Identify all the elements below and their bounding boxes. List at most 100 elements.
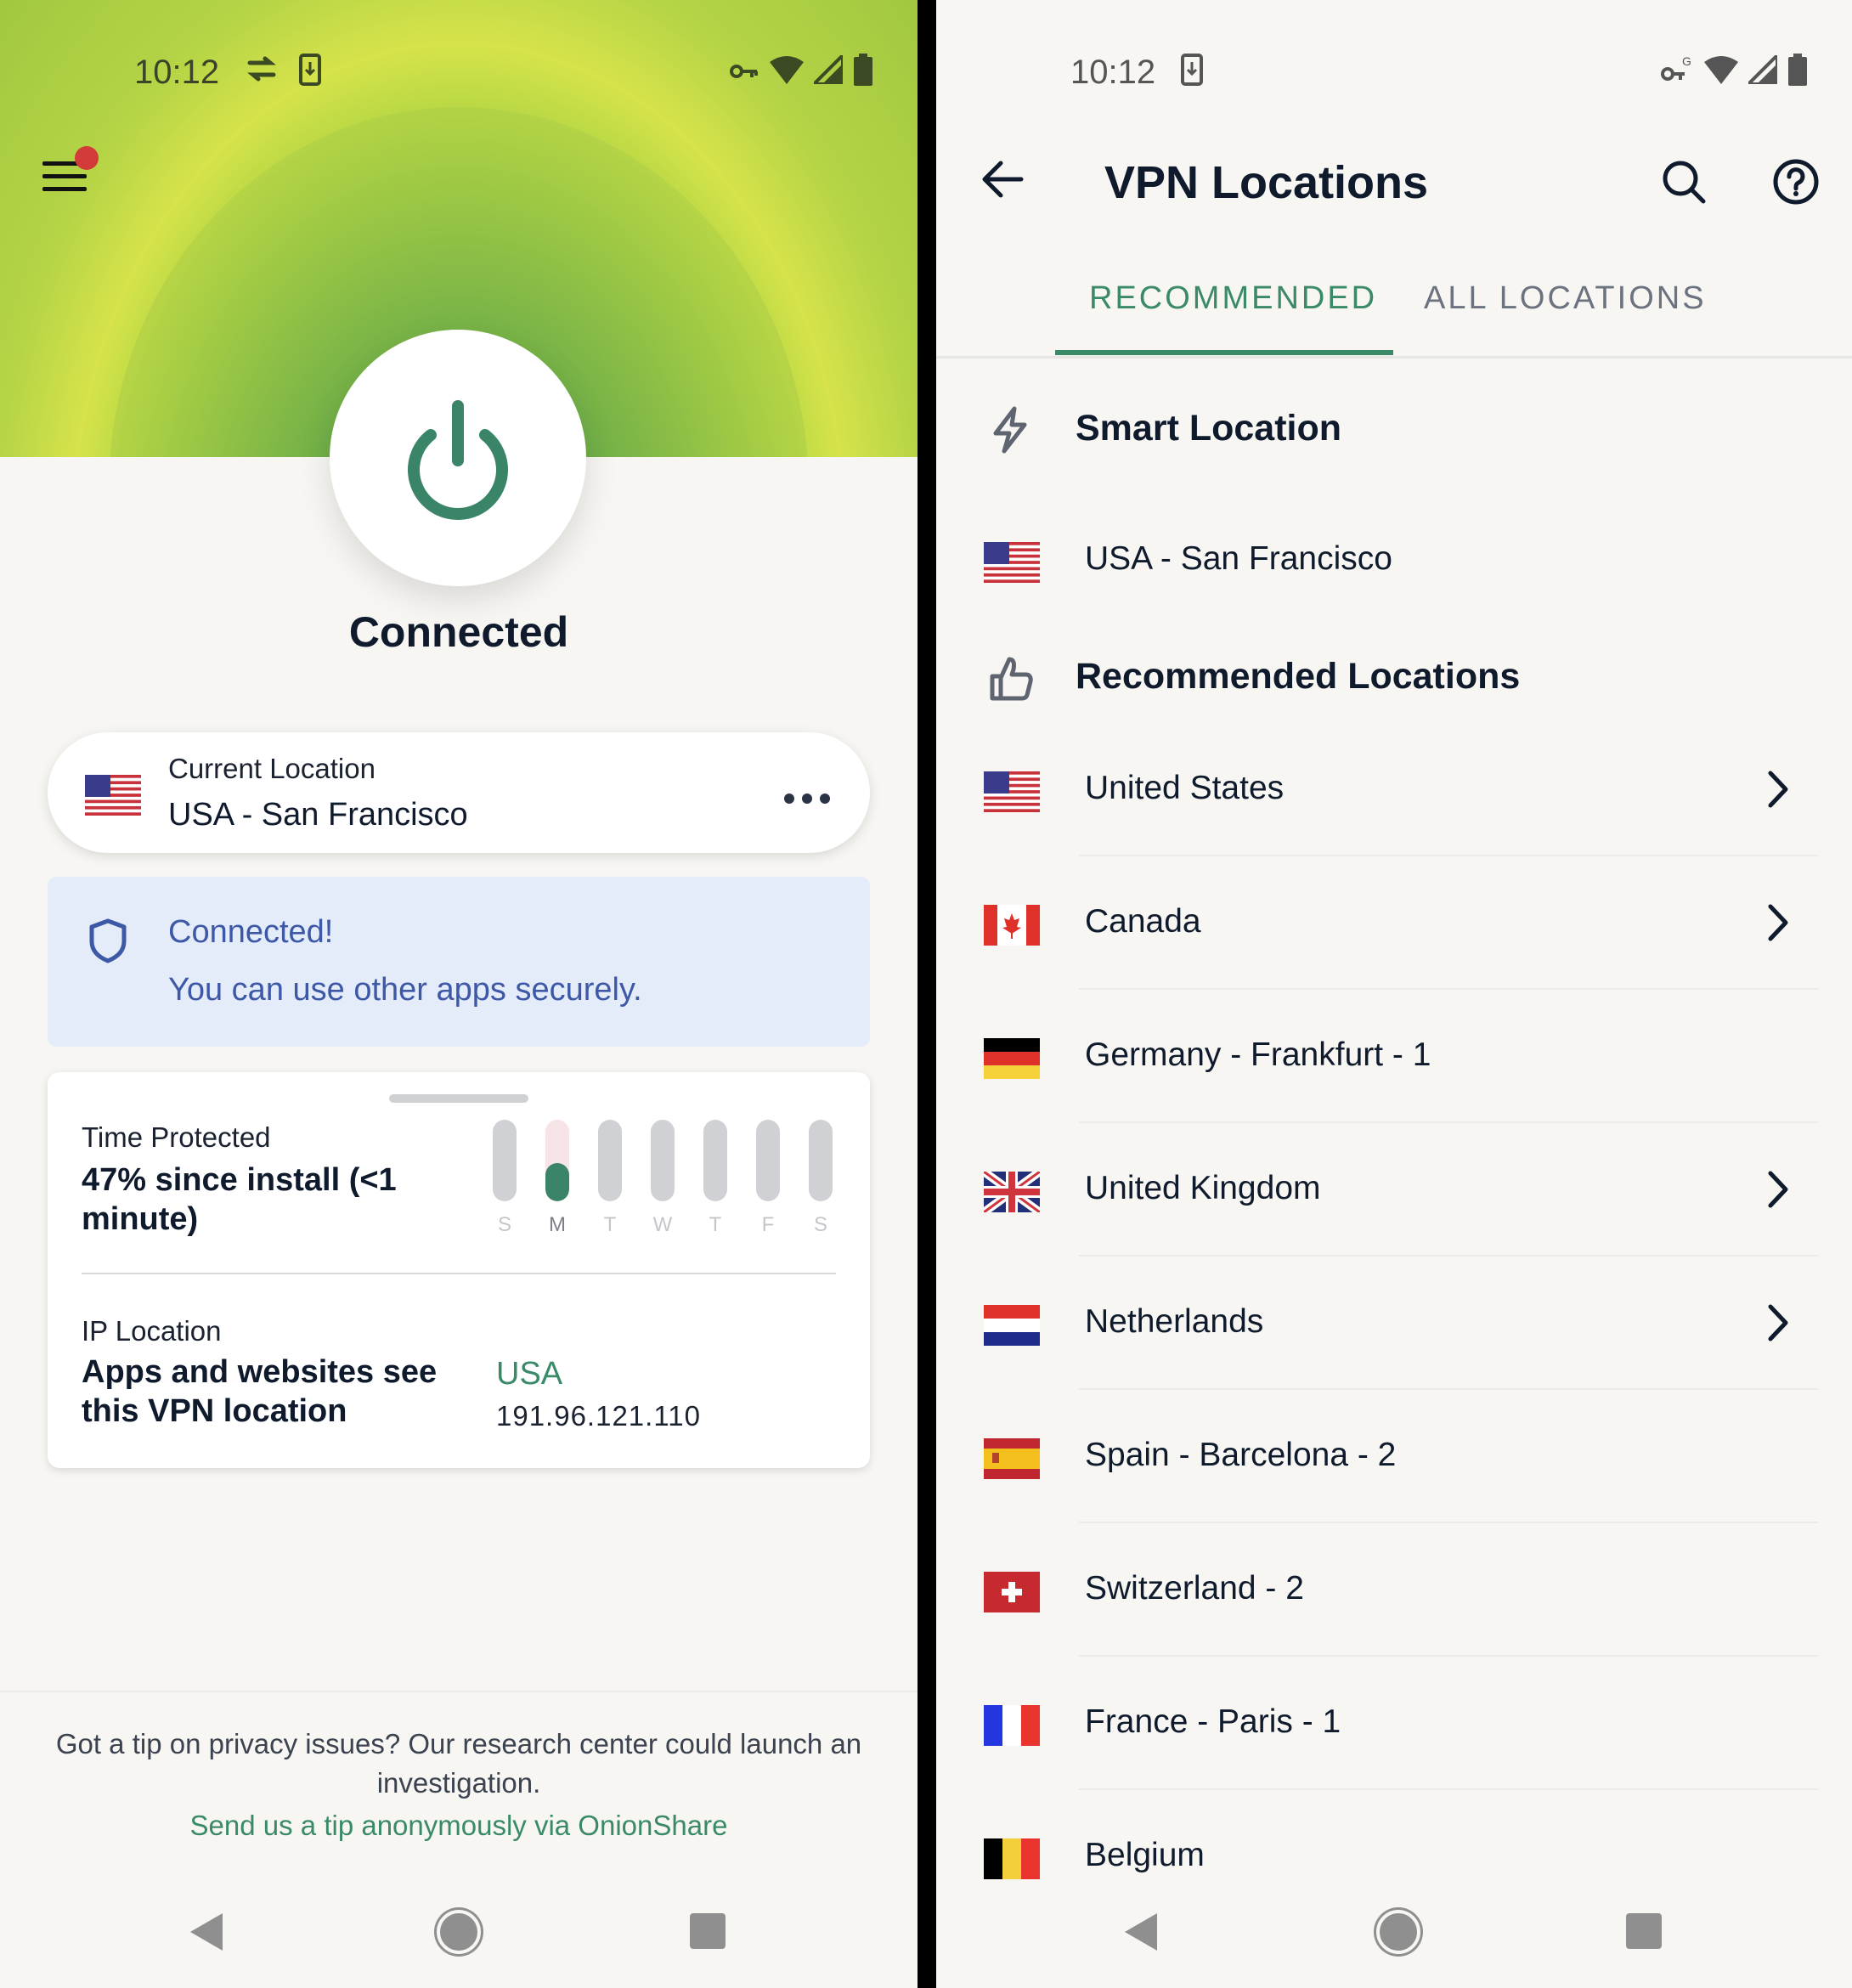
current-location-value: USA - San Francisco [168, 797, 468, 833]
vpn-locations-screen: 10:12 G VPN Locations RECOMMENDED ALL LO… [936, 0, 1852, 1988]
de-flag-icon [984, 1038, 1040, 1079]
tab-recommended[interactable]: RECOMMENDED [1089, 280, 1377, 317]
smart-location-item[interactable]: USA - San Francisco [936, 494, 1852, 627]
current-location-card[interactable]: Current Location USA - San Francisco [48, 732, 870, 853]
day-bar [703, 1120, 727, 1201]
status-time: 10:12 [1070, 53, 1156, 91]
back-arrow-icon[interactable] [980, 160, 1025, 203]
chevron-right-icon[interactable] [1765, 1302, 1791, 1348]
onionshare-link[interactable]: Send us a tip anonymously via OnionShare [0, 1810, 918, 1842]
location-row[interactable]: United Kingdom [936, 1124, 1852, 1257]
day-bar [809, 1120, 833, 1201]
ip-location-description: Apps and websites see this VPN location [82, 1354, 438, 1429]
day-bar [651, 1120, 675, 1201]
location-name: Switzerland - 2 [1085, 1570, 1304, 1607]
day-bar-fill [545, 1162, 569, 1201]
app-bar: VPN Locations [936, 144, 1852, 221]
status-time: 10:12 [134, 53, 220, 91]
chevron-right-icon[interactable] [1765, 768, 1791, 815]
system-nav-bar [936, 1903, 1852, 1963]
section-title: Recommended Locations [1076, 656, 1521, 697]
us-flag-icon [984, 771, 1040, 812]
connected-notice: Connected! You can use other apps secure… [48, 877, 870, 1047]
divider [1079, 855, 1818, 856]
divider [1079, 1655, 1818, 1657]
home-icon[interactable] [437, 1910, 481, 1954]
location-name: Belgium [1085, 1837, 1205, 1873]
section-title: Smart Location [1076, 408, 1341, 449]
tab-all-locations[interactable]: ALL LOCATIONS [1424, 280, 1707, 317]
location-row[interactable]: Canada [936, 857, 1852, 990]
chevron-right-icon[interactable] [1765, 1168, 1791, 1215]
recents-icon[interactable] [1626, 1913, 1662, 1949]
tip-text: Got a tip on privacy issues? Our researc… [55, 1728, 862, 1799]
battery-icon [853, 54, 873, 91]
recommended-locations-heading: Recommended Locations [936, 646, 1852, 714]
connection-status: Connected [348, 608, 569, 656]
ip-country: USA [496, 1356, 563, 1392]
vpn-key-icon: G [1660, 54, 1694, 89]
system-nav-bar [0, 1903, 918, 1963]
page-title: VPN Locations [1104, 157, 1429, 208]
location-row[interactable]: Spain - Barcelona - 2 [936, 1391, 1852, 1523]
location-row[interactable]: Switzerland - 2 [936, 1524, 1852, 1657]
day-label: F [761, 1213, 775, 1236]
day-label: S [813, 1213, 827, 1236]
nl-flag-icon [984, 1305, 1040, 1346]
us-flag-icon [85, 775, 141, 816]
location-row[interactable]: Germany - Frankfurt - 1 [936, 991, 1852, 1123]
day-label: M [549, 1213, 566, 1236]
signal-icon [810, 51, 844, 89]
location-name: France - Paris - 1 [1085, 1703, 1341, 1740]
recents-icon[interactable] [690, 1913, 726, 1949]
thumbs-up-icon [989, 654, 1035, 706]
es-flag-icon [984, 1438, 1040, 1479]
day-label: W [652, 1213, 673, 1236]
svg-text:G: G [1682, 55, 1691, 68]
day-label: T [709, 1213, 722, 1236]
divider [1079, 1788, 1818, 1790]
wifi-icon [770, 55, 804, 89]
location-row[interactable]: France - Paris - 1 [936, 1658, 1852, 1790]
wifi-icon [1704, 55, 1738, 89]
day-bar [493, 1120, 517, 1201]
signal-icon [1744, 51, 1779, 89]
battery-icon [1787, 54, 1808, 91]
divider [1079, 1522, 1818, 1523]
power-button[interactable] [330, 330, 586, 586]
ip-location-label: IP Location [82, 1315, 222, 1347]
smart-location-heading: Smart Location [936, 398, 1852, 466]
location-name: United Kingdom [1085, 1170, 1321, 1206]
location-name: Germany - Frankfurt - 1 [1085, 1036, 1431, 1073]
ip-address: 191.96.121.110 [496, 1400, 701, 1432]
back-icon[interactable] [190, 1913, 223, 1951]
download-icon [299, 54, 322, 91]
location-row[interactable]: Netherlands [936, 1257, 1852, 1390]
status-bar: 10:12 G [936, 42, 1852, 102]
current-location-label: Current Location [168, 753, 375, 784]
search-icon[interactable] [1660, 158, 1708, 210]
divider [0, 1691, 918, 1692]
weekly-protection-chart: SMTWTFS [493, 1120, 850, 1239]
be-flag-icon [984, 1838, 1040, 1879]
ca-flag-icon [984, 905, 1040, 946]
divider [1079, 1255, 1818, 1257]
stats-card: Time Protected 47% since install (<1 min… [48, 1072, 870, 1468]
day-label: T [603, 1213, 617, 1236]
home-icon[interactable] [1376, 1910, 1420, 1954]
location-tabs: RECOMMENDED ALL LOCATIONS [936, 263, 1852, 359]
notice-title: Connected! [168, 914, 334, 950]
chevron-right-icon[interactable] [1765, 901, 1791, 948]
us-flag-icon [984, 542, 1040, 583]
day-bar [756, 1120, 780, 1201]
gb-flag-icon [984, 1172, 1040, 1212]
location-row[interactable]: United States [936, 724, 1852, 856]
help-icon[interactable] [1772, 158, 1820, 210]
divider [82, 1273, 836, 1274]
more-horizontal-icon[interactable] [783, 775, 831, 813]
vpn-key-icon [729, 58, 759, 87]
notice-message: You can use other apps securely. [168, 972, 642, 1008]
drag-handle[interactable] [389, 1094, 528, 1103]
back-icon[interactable] [1125, 1913, 1157, 1951]
day-bar [545, 1120, 569, 1201]
